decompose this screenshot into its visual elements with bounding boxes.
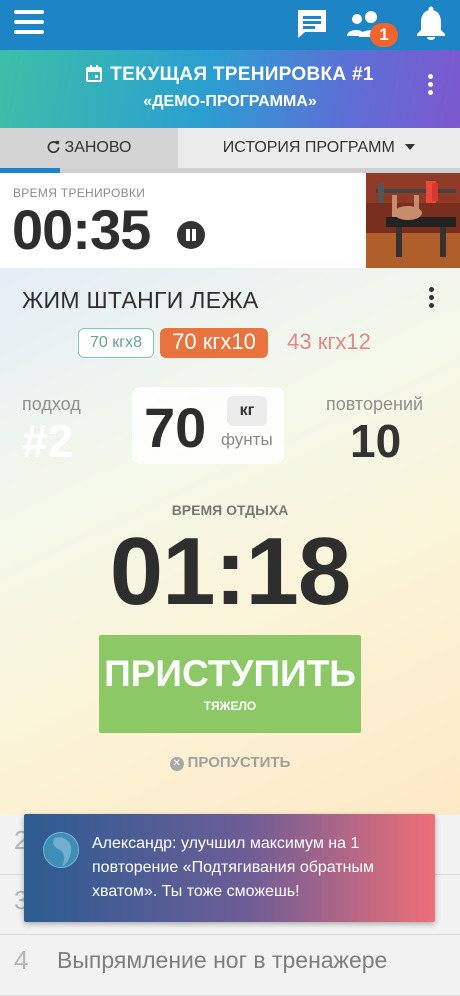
- workout-header: ТЕКУЩАЯ ТРЕНИРОВКА #1 «ДЕМО-ПРОГРАММА»: [0, 50, 460, 128]
- tab-history[interactable]: ИСТОРИЯ ПРОГРАММ: [178, 128, 460, 168]
- set-chip-reps: x12: [335, 329, 371, 354]
- set-chip-weight: 70 кг: [172, 329, 221, 354]
- exercise-thumbnail[interactable]: [366, 173, 460, 268]
- tab-restart-label: ЗАНОВО: [64, 139, 132, 156]
- weight-value[interactable]: 70: [144, 395, 206, 460]
- refresh-icon: [47, 140, 59, 154]
- tab-restart[interactable]: ЗАНОВО: [0, 128, 178, 168]
- workout-time-value: 00:35: [12, 198, 151, 261]
- set-chip-weight: 70 кг: [90, 334, 126, 351]
- program-name: «ДЕМО-ПРОГРАММА»: [143, 93, 317, 110]
- workout-more-icon[interactable]: [425, 74, 435, 100]
- tab-bar: ЗАНОВО ИСТОРИЯ ПРОГРАММ: [0, 128, 460, 168]
- bell-icon[interactable]: [414, 6, 448, 42]
- chevron-down-icon: [405, 144, 416, 150]
- set-chip-1[interactable]: 70 кгx8: [78, 328, 154, 358]
- set-chip-weight: 43 кг: [287, 329, 336, 354]
- pause-button[interactable]: [177, 221, 205, 249]
- set-chip-2[interactable]: 70 кгx10: [160, 328, 268, 358]
- list-item-text: Выпрямление ног в тренажере: [57, 947, 388, 973]
- menu-icon[interactable]: [14, 10, 44, 38]
- rest-time-label: ВРЕМЯ ОТДЫХА: [171, 502, 289, 518]
- calendar-icon: [86, 65, 103, 82]
- notification-toast[interactable]: Александр: улучшил максимум на 1 повторе…: [24, 814, 435, 922]
- notification-badge: 1: [370, 23, 398, 47]
- set-chip-3[interactable]: 43 кгx12: [280, 328, 378, 358]
- toast-message: Александр: улучшил максимум на 1 повторе…: [92, 835, 374, 900]
- set-label: подход: [22, 394, 81, 414]
- unit-kg-toggle[interactable]: кг: [227, 396, 267, 426]
- chat-icon[interactable]: [295, 7, 329, 41]
- unit-lb-toggle[interactable]: фунты: [221, 430, 273, 450]
- reps-value[interactable]: 10: [350, 414, 401, 468]
- set-chip-reps: x10: [220, 329, 256, 354]
- start-button-label: ПРИСТУПИТЬ: [104, 653, 356, 694]
- rest-time-value: 01:18: [109, 518, 352, 625]
- set-chip-reps: x8: [125, 334, 142, 351]
- set-number: #2: [22, 415, 74, 467]
- exercise-title: ЖИМ ШТАНГИ ЛЕЖА: [22, 287, 259, 313]
- reps-label: повторений: [326, 394, 424, 414]
- skip-button[interactable]: ✕ ПРОПУСТИТЬ: [0, 754, 460, 771]
- close-circle-icon: ✕: [169, 757, 184, 771]
- exercise-more-icon[interactable]: [426, 287, 436, 311]
- start-button-sub: ТЯЖЕЛО: [203, 699, 257, 713]
- workout-title: ТЕКУЩАЯ ТРЕНИРОВКА #1: [0, 64, 460, 86]
- start-button[interactable]: ПРИСТУПИТЬ ТЯЖЕЛО: [99, 635, 361, 733]
- avatar: [43, 832, 79, 868]
- list-item[interactable]: 4 Выпрямление ног в тренажере: [0, 935, 460, 996]
- list-item-number: 4: [14, 945, 29, 975]
- skip-label: ПРОПУСТИТЬ: [187, 754, 291, 771]
- app-bar: 1: [0, 0, 460, 50]
- workout-title-text: ТЕКУЩАЯ ТРЕНИРОВКА #1: [110, 64, 374, 85]
- tab-history-label: ИСТОРИЯ ПРОГРАММ: [222, 139, 395, 156]
